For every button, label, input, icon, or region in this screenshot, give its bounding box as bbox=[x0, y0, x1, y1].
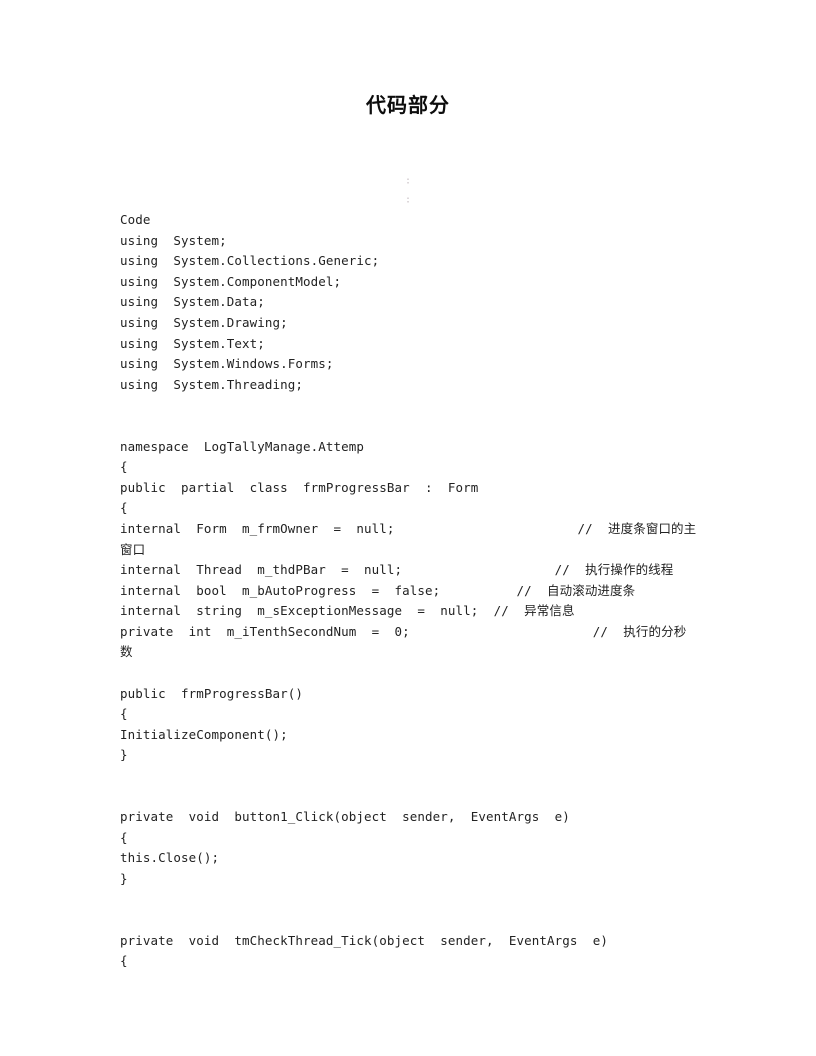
faint-mark-2: ∶ bbox=[404, 195, 412, 206]
code-listing: Code using System; using System.Collecti… bbox=[120, 210, 698, 972]
code-line: using System; bbox=[120, 232, 227, 248]
faint-mark-1: ∶ bbox=[404, 176, 412, 187]
document-page: 代码部分 ∶ ∶ Code using System; using System… bbox=[0, 0, 816, 1056]
code-line: InitializeComponent(); bbox=[120, 726, 288, 742]
code-line: internal bool m_bAutoProgress = false; /… bbox=[120, 582, 636, 598]
code-line: using System.Windows.Forms; bbox=[120, 356, 334, 372]
code-line: using System.ComponentModel; bbox=[120, 273, 342, 289]
code-line: using System.Drawing; bbox=[120, 314, 288, 330]
code-line: public frmProgressBar() bbox=[120, 685, 304, 701]
code-line: using System.Threading; bbox=[120, 376, 304, 392]
code-line: private int m_iTenthSecondNum = 0; // 执行… bbox=[120, 623, 687, 660]
code-line: private void button1_Click(object sender… bbox=[120, 809, 570, 825]
code-line: { bbox=[120, 953, 128, 969]
code-line: { bbox=[120, 706, 128, 722]
code-line: this.Close(); bbox=[120, 850, 220, 866]
code-line: internal string m_sExceptionMessage = nu… bbox=[120, 603, 575, 619]
code-line: namespace LogTallyManage.Attemp bbox=[120, 438, 365, 454]
code-line: { bbox=[120, 829, 128, 845]
page-title: 代码部分 bbox=[366, 93, 450, 117]
code-line: using System.Data; bbox=[120, 294, 265, 310]
code-line: private void tmCheckThread_Tick(object s… bbox=[120, 932, 609, 948]
code-line: using System.Text; bbox=[120, 335, 265, 351]
code-line: { bbox=[120, 459, 128, 475]
code-line: internal Form m_frmOwner = null; // 进度条窗… bbox=[120, 520, 697, 557]
code-line: internal Thread m_thdPBar = null; // 执行操… bbox=[120, 562, 674, 578]
code-line: Code bbox=[120, 212, 151, 227]
faint-marks-block: ∶ ∶ bbox=[0, 172, 816, 210]
code-line: using System.Collections.Generic; bbox=[120, 253, 380, 269]
page-title-container: 代码部分 bbox=[0, 92, 816, 118]
code-line: public partial class frmProgressBar : Fo… bbox=[120, 479, 479, 495]
code-line: } bbox=[120, 871, 128, 886]
code-line: } bbox=[120, 747, 128, 763]
code-line: { bbox=[120, 500, 128, 516]
